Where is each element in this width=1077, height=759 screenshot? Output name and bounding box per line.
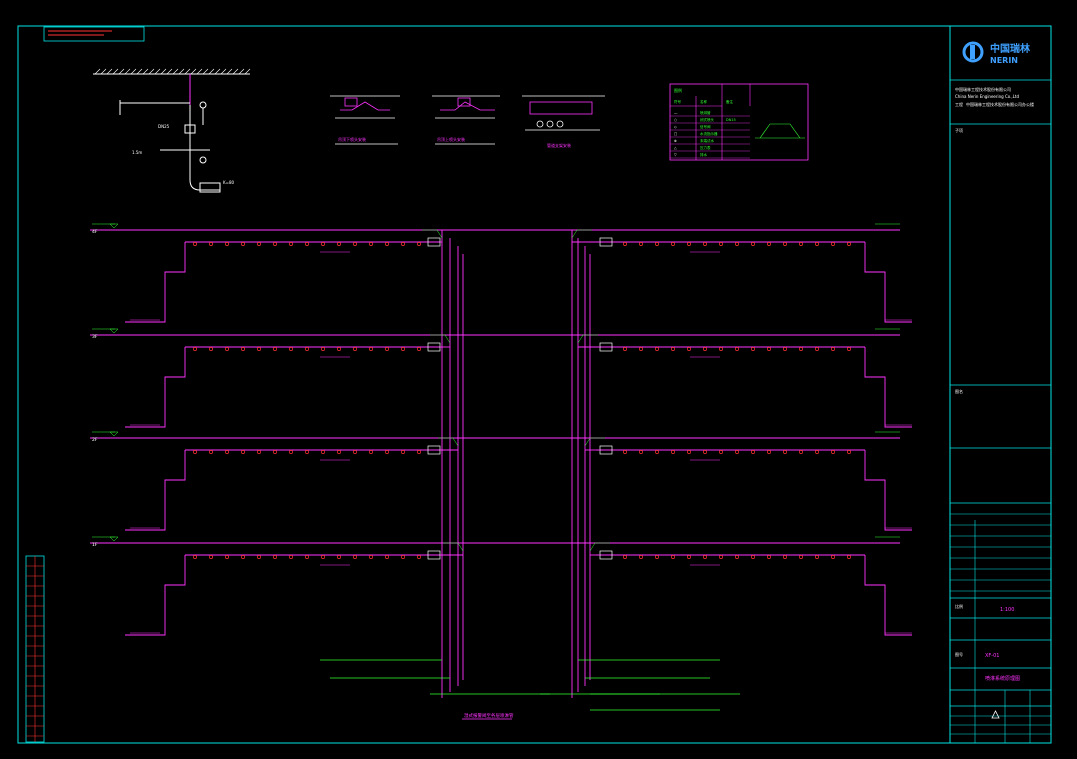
logo-text: 中国瑞林	[990, 42, 1031, 55]
legend-cell: 信号阀	[700, 124, 711, 129]
sub-label: 子项	[955, 127, 963, 133]
legend-header: 符号	[674, 99, 682, 104]
drawing-label: 图名	[955, 388, 963, 394]
riser-detail-note: K=80	[223, 180, 235, 185]
legend-cell: 排水	[700, 152, 708, 157]
floor-label: 1F	[92, 542, 98, 548]
project-label: 工程	[955, 101, 963, 107]
main-label: 湿式报警阀至各层喷淋管	[464, 712, 514, 719]
legend-cell: ○	[674, 118, 677, 122]
floor-label: 3F	[92, 334, 98, 340]
scale-label: 比例	[955, 603, 963, 609]
legend-title: 图例	[674, 87, 682, 93]
legend-cell: DN15	[726, 118, 736, 122]
legend-header: 名称	[700, 99, 708, 104]
floor-label: 2F	[92, 437, 98, 443]
riser-detail-note: 1.5m	[132, 150, 142, 155]
project-name: 中国瑞林工程技术股份有限公司办公楼	[966, 101, 1034, 107]
company-name-en: China Nerin Engineering Co.,Ltd	[955, 94, 1019, 99]
legend-cell: ⊗	[674, 139, 677, 143]
legend-header: 备注	[726, 99, 734, 104]
cad-drawing-canvas: 中国瑞林 NERIN 中国瑞林工程技术股份有限公司 China Nerin En…	[0, 0, 1077, 759]
riser-detail-note: DN25	[158, 124, 170, 129]
floor-label: 4F	[92, 229, 98, 235]
detail-title-b: 吊顶上喷头安装	[437, 136, 465, 142]
company-name-cn: 中国瑞林工程技术股份有限公司	[955, 86, 1011, 92]
legend-cell: 水流指示器	[700, 131, 718, 136]
legend-cell: 喷淋管	[700, 110, 711, 115]
legend-cell: 闭式喷头	[700, 117, 714, 122]
scale-value: 1:100	[1000, 607, 1014, 613]
logo-sub: NERIN	[990, 56, 1018, 65]
legend-cell: ▽	[674, 153, 677, 157]
detail-title-a: 吊顶下喷头安装	[338, 136, 366, 142]
legend-cell: ◇	[674, 125, 677, 129]
legend-cell: △	[674, 146, 677, 150]
detail-title-c: 管道支架安装	[547, 142, 571, 148]
legend-cell: 压力表	[700, 145, 711, 150]
drawing-title: 喷淋系统原理图	[985, 675, 1020, 682]
legend-cell: □	[674, 132, 677, 136]
sheet-label: 图号	[955, 651, 963, 657]
legend-cell: 末端试水	[700, 138, 714, 143]
sheet-value: XF-01	[985, 653, 999, 659]
legend-cell: —	[674, 111, 678, 115]
